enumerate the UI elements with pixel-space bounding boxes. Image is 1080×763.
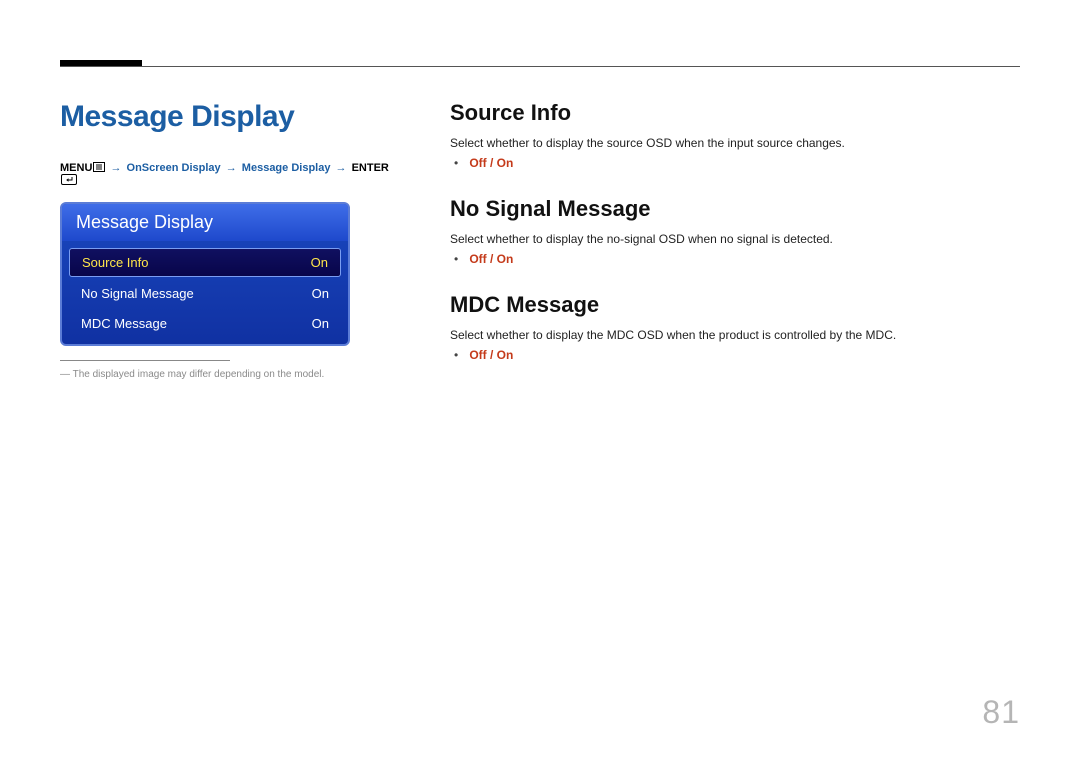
osd-item-value: On: [302, 286, 329, 301]
section-desc: Select whether to display the source OSD…: [450, 136, 1020, 150]
osd-panel: Message Display Source Info On No Signal…: [60, 202, 350, 346]
osd-item-mdc-message[interactable]: MDC Message On: [69, 310, 341, 337]
section-mdc-message: MDC Message Select whether to display th…: [450, 292, 1020, 362]
section-desc: Select whether to display the no-signal …: [450, 232, 1020, 246]
section-heading: MDC Message: [450, 292, 1020, 318]
section-source-info: Source Info Select whether to display th…: [450, 100, 1020, 170]
osd-item-value: On: [302, 316, 329, 331]
osd-item-label: MDC Message: [81, 316, 302, 331]
menu-icon: [93, 162, 105, 172]
section-heading: No Signal Message: [450, 196, 1020, 222]
osd-item-label: Source Info: [82, 255, 301, 270]
disclaimer-text: The displayed image may differ depending…: [60, 369, 390, 380]
breadcrumb: MENU → OnScreen Display → Message Displa…: [60, 162, 390, 186]
section-desc: Select whether to display the MDC OSD wh…: [450, 328, 1020, 342]
osd-item-source-info[interactable]: Source Info On: [69, 248, 341, 277]
breadcrumb-step-1: OnScreen Display: [127, 162, 221, 174]
section-no-signal-message: No Signal Message Select whether to disp…: [450, 196, 1020, 266]
osd-item-no-signal-message[interactable]: No Signal Message On: [69, 280, 341, 307]
separator: [60, 360, 230, 361]
osd-item-value: On: [301, 255, 328, 270]
chapter-rule: [60, 66, 1020, 67]
breadcrumb-menu-label: MENU: [60, 162, 92, 174]
page-number: 81: [982, 694, 1020, 731]
osd-header: Message Display: [62, 204, 348, 241]
breadcrumb-step-2: Message Display: [242, 162, 331, 174]
enter-icon: [61, 174, 77, 185]
section-heading: Source Info: [450, 100, 1020, 126]
section-options: • Off / On: [450, 348, 1020, 362]
section-options: • Off / On: [450, 156, 1020, 170]
breadcrumb-enter-label: ENTER: [352, 162, 389, 174]
osd-item-label: No Signal Message: [81, 286, 302, 301]
section-options: • Off / On: [450, 252, 1020, 266]
page-title: Message Display: [60, 100, 390, 134]
